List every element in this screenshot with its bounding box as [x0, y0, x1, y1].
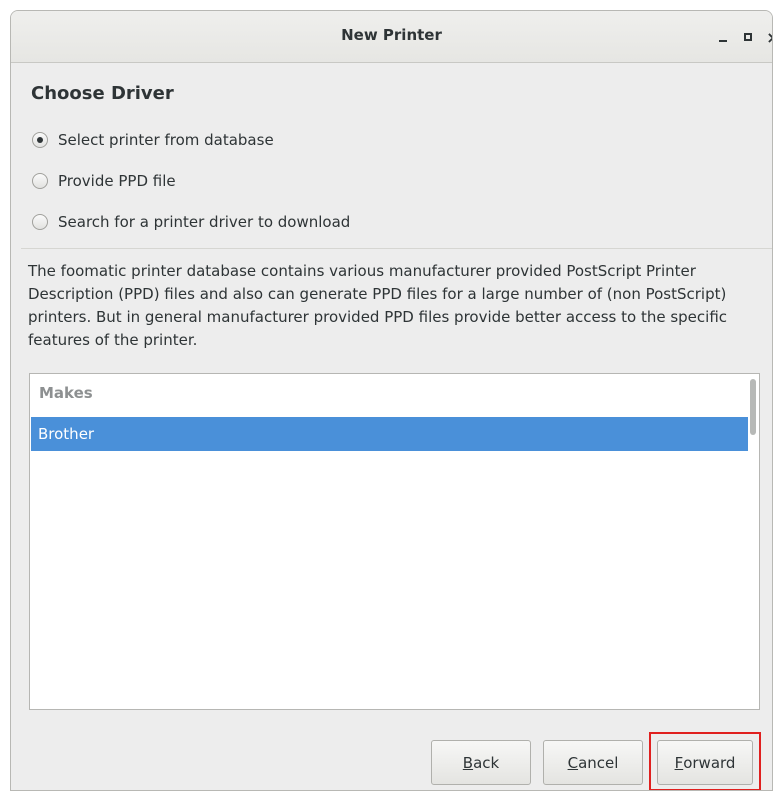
divider — [21, 248, 772, 249]
minimize-button[interactable] — [710, 25, 736, 49]
page-heading: Choose Driver — [31, 83, 174, 104]
maximize-button[interactable] — [735, 25, 761, 49]
title-bar[interactable]: New Printer × — [11, 11, 772, 63]
option-select-from-database[interactable]: Select printer from database — [32, 131, 274, 149]
radio-unselected-icon[interactable] — [32, 173, 48, 189]
window-title: New Printer — [341, 26, 442, 44]
back-button[interactable]: Back — [431, 740, 531, 785]
makes-list[interactable]: Makes Brother — [29, 373, 760, 710]
option-label: Search for a printer driver to download — [58, 213, 351, 231]
description-text: The foomatic printer database contains v… — [28, 262, 728, 349]
option-label: Select printer from database — [58, 131, 274, 149]
close-button[interactable]: × — [760, 25, 772, 49]
back-label: ack — [473, 753, 500, 772]
option-provide-ppd-file[interactable]: Provide PPD file — [32, 172, 176, 190]
back-mnemonic: B — [462, 753, 474, 772]
close-icon: × — [766, 28, 772, 47]
annotation-highlight-box — [649, 732, 761, 790]
list-item-selected[interactable]: Brother — [31, 417, 748, 451]
new-printer-dialog: New Printer × Choose Driver Select print… — [10, 10, 773, 791]
cancel-button[interactable]: Cancel — [543, 740, 643, 785]
cancel-label: ancel — [578, 753, 619, 772]
radio-unselected-icon[interactable] — [32, 214, 48, 230]
scrollbar-thumb[interactable] — [750, 379, 756, 435]
maximize-icon — [744, 33, 752, 41]
cancel-mnemonic: C — [567, 753, 579, 772]
option-search-driver-download[interactable]: Search for a printer driver to download — [32, 213, 350, 231]
radio-selected-icon[interactable] — [32, 132, 48, 148]
makes-column-header[interactable]: Makes — [39, 384, 93, 402]
minimize-icon — [719, 40, 727, 42]
option-label: Provide PPD file — [58, 172, 176, 190]
